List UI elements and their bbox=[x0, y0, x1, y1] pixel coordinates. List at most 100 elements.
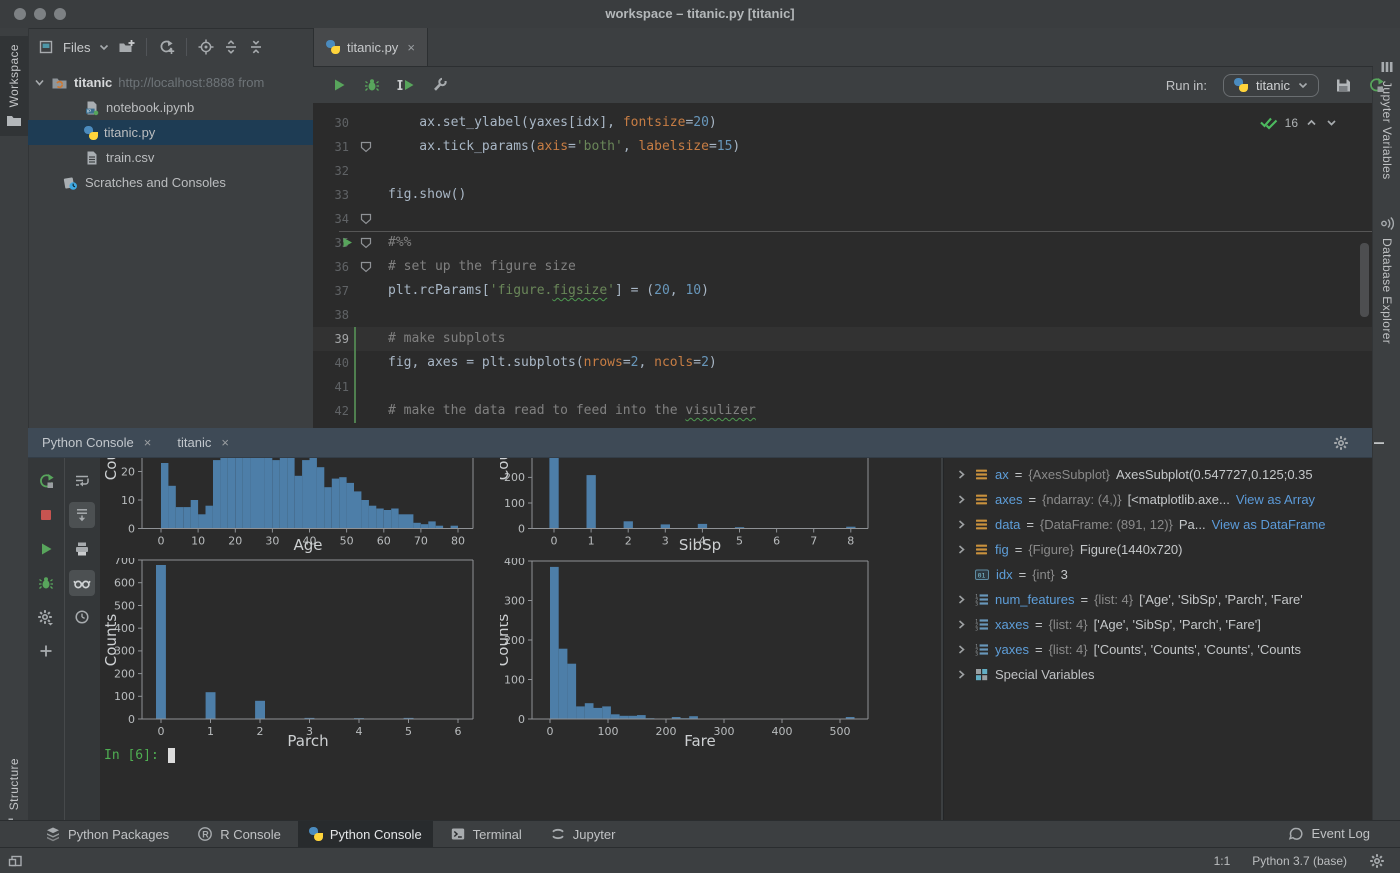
variable-row-special-variables[interactable]: Special Variables bbox=[944, 662, 1372, 687]
code-line-42[interactable]: 42# make the data read to feed into the … bbox=[313, 399, 1372, 423]
files-view-selector[interactable]: Files bbox=[63, 40, 90, 55]
editor-tab-titanic-py[interactable]: titanic.py × bbox=[314, 28, 428, 66]
console-settings-icon[interactable] bbox=[1333, 435, 1350, 452]
variable-row-data[interactable]: data = {DataFrame: (891, 12)} Pa...View … bbox=[944, 512, 1372, 537]
stop-button[interactable] bbox=[33, 502, 59, 528]
refresh-button[interactable] bbox=[158, 39, 175, 55]
save-button[interactable] bbox=[1335, 77, 1352, 94]
svg-text:100: 100 bbox=[504, 497, 525, 510]
tool-window-button-database-explorer[interactable]: Database Explorer bbox=[1373, 208, 1400, 352]
tree-item-scratches-and-consoles[interactable]: Scratches and Consoles bbox=[28, 170, 313, 195]
expand-chevron-icon[interactable] bbox=[954, 494, 968, 505]
svg-text:0: 0 bbox=[547, 725, 554, 738]
tree-item-notebook-ipynb[interactable]: IPnotebook.ipynb bbox=[28, 95, 313, 120]
print-button[interactable] bbox=[69, 536, 95, 562]
scroll-to-end-button[interactable] bbox=[69, 502, 95, 528]
code-line-40[interactable]: 40fig, axes = plt.subplots(nrows=2, ncol… bbox=[313, 351, 1372, 375]
code-line-30[interactable]: 30 ax.set_ylabel(yaxes[idx], fontsize=20… bbox=[313, 111, 1372, 135]
bottom-tab-r-console[interactable]: RR Console bbox=[186, 821, 292, 848]
right-tool-strip: Jupyter Variables Database Explorer bbox=[1372, 28, 1400, 820]
new-folder-button[interactable] bbox=[118, 39, 135, 55]
list-type-icon: 123 bbox=[974, 592, 989, 607]
svg-text:2: 2 bbox=[257, 725, 264, 738]
console-prompt-line[interactable]: In [6]: bbox=[104, 748, 175, 763]
variable-row-fig[interactable]: fig = {Figure} Figure(1440x720) bbox=[944, 537, 1372, 562]
variable-view-link[interactable]: View as DataFrame bbox=[1212, 517, 1326, 532]
caret-position[interactable]: 1:1 bbox=[1214, 854, 1231, 868]
code-line-39[interactable]: 39# make subplots bbox=[313, 327, 1372, 351]
close-tab-icon[interactable]: × bbox=[144, 435, 152, 450]
variable-row-num-features[interactable]: 123num_features = {list: 4} ['Age', 'Sib… bbox=[944, 587, 1372, 612]
code-line-31[interactable]: 31 ax.tick_params(axis='both', labelsize… bbox=[313, 135, 1372, 159]
code-line-38[interactable]: 38 bbox=[313, 303, 1372, 327]
bottom-tab-terminal[interactable]: Terminal bbox=[439, 821, 533, 848]
bottom-tab-jupyter[interactable]: Jupyter bbox=[539, 821, 627, 848]
bottom-tab-python-console[interactable]: Python Console bbox=[298, 821, 433, 848]
rerun-console-button[interactable] bbox=[33, 468, 59, 494]
code-line-35[interactable]: 35#%% bbox=[313, 231, 1372, 255]
collapse-all-button[interactable] bbox=[248, 39, 264, 55]
inspection-status[interactable]: 16 bbox=[1260, 115, 1338, 130]
status-settings-icon[interactable] bbox=[1369, 853, 1386, 870]
run-cell-gutter-icon[interactable] bbox=[342, 237, 353, 248]
expand-chevron-icon[interactable] bbox=[954, 469, 968, 480]
toggle-tool-windows-icon[interactable] bbox=[8, 853, 24, 869]
variable-row-axes[interactable]: axes = {ndarray: (4,)} [<matplotlib.axe.… bbox=[944, 487, 1372, 512]
tree-item-titanic-py[interactable]: titanic.py bbox=[28, 120, 313, 145]
expand-all-button[interactable] bbox=[223, 39, 239, 55]
tool-window-button-workspace[interactable]: Workspace bbox=[0, 36, 28, 136]
resume-button[interactable] bbox=[33, 536, 59, 562]
variable-view-link[interactable]: View as Array bbox=[1236, 492, 1315, 507]
bottom-tab-python-packages[interactable]: Python Packages bbox=[34, 821, 180, 848]
locate-file-button[interactable] bbox=[198, 39, 214, 55]
editor-scrollbar[interactable] bbox=[1360, 243, 1369, 317]
event-log-button[interactable]: Event Log bbox=[1288, 820, 1370, 847]
expand-chevron-icon[interactable] bbox=[954, 644, 968, 655]
tree-item-project-root[interactable]: titanichttp://localhost:8888 from bbox=[28, 70, 313, 95]
chevron-down-icon[interactable] bbox=[99, 43, 109, 51]
expand-chevron-icon[interactable] bbox=[954, 594, 968, 605]
show-variables-button[interactable] bbox=[69, 570, 95, 596]
prev-problem-icon[interactable] bbox=[1305, 116, 1318, 129]
tree-item-train-csv[interactable]: train.csv bbox=[28, 145, 313, 170]
code-line-37[interactable]: 37plt.rcParams['figure.figsize'] = (20, … bbox=[313, 279, 1372, 303]
console-options-button[interactable] bbox=[33, 604, 59, 630]
debug-button[interactable] bbox=[364, 77, 380, 93]
expand-chevron-icon[interactable] bbox=[954, 619, 968, 630]
attach-debugger-button[interactable] bbox=[33, 570, 59, 596]
new-console-button[interactable] bbox=[33, 638, 59, 664]
variable-row-yaxes[interactable]: 123yaxes = {list: 4} ['Counts', 'Counts'… bbox=[944, 637, 1372, 662]
variable-row-xaxes[interactable]: 123xaxes = {list: 4} ['Age', 'SibSp', 'P… bbox=[944, 612, 1372, 637]
variable-row-idx[interactable]: 01idx = {int} 3 bbox=[944, 562, 1372, 587]
code-line-34[interactable]: 34 bbox=[313, 207, 1372, 231]
history-button[interactable] bbox=[69, 604, 95, 630]
next-problem-icon[interactable] bbox=[1325, 116, 1338, 129]
run-cell-button[interactable] bbox=[397, 77, 415, 93]
variable-row-ax[interactable]: ax = {AxesSubplot} AxesSubplot(0.547727,… bbox=[944, 462, 1372, 487]
code-editor[interactable]: 30 ax.set_ylabel(yaxes[idx], fontsize=20… bbox=[313, 103, 1372, 428]
code-line-32[interactable]: 32 bbox=[313, 159, 1372, 183]
expand-chevron-icon[interactable] bbox=[954, 669, 968, 680]
python-file-icon bbox=[326, 40, 340, 54]
restart-kernel-button[interactable] bbox=[1368, 77, 1384, 93]
close-tab-icon[interactable]: × bbox=[221, 435, 229, 450]
hide-console-icon[interactable] bbox=[1372, 436, 1386, 450]
settings-wrench-button[interactable] bbox=[432, 77, 448, 93]
soft-wrap-button[interactable] bbox=[69, 468, 95, 494]
expand-chevron-icon[interactable] bbox=[954, 519, 968, 530]
expand-chevron-icon[interactable] bbox=[954, 544, 968, 555]
svg-text:70: 70 bbox=[414, 535, 428, 548]
interpreter-selector[interactable]: Python 3.7 (base) bbox=[1252, 854, 1347, 868]
parch-histogram: 01002003004005006007000123456ParchCounts bbox=[100, 558, 510, 750]
console-output[interactable]: In [6]: 0102001020304050607080AgeCounts0… bbox=[100, 458, 941, 820]
run-button[interactable] bbox=[331, 77, 347, 93]
code-line-36[interactable]: 36# set up the figure size bbox=[313, 255, 1372, 279]
console-tab-python-console[interactable]: Python Console× bbox=[42, 435, 151, 450]
console-tab-titanic[interactable]: titanic× bbox=[177, 435, 229, 450]
svg-text:400: 400 bbox=[504, 558, 525, 568]
svg-text:R: R bbox=[202, 829, 209, 839]
code-line-41[interactable]: 41 bbox=[313, 375, 1372, 399]
code-line-33[interactable]: 33fig.show() bbox=[313, 183, 1372, 207]
close-tab-icon[interactable]: × bbox=[407, 40, 415, 55]
run-environment-dropdown[interactable]: titanic bbox=[1223, 74, 1319, 97]
